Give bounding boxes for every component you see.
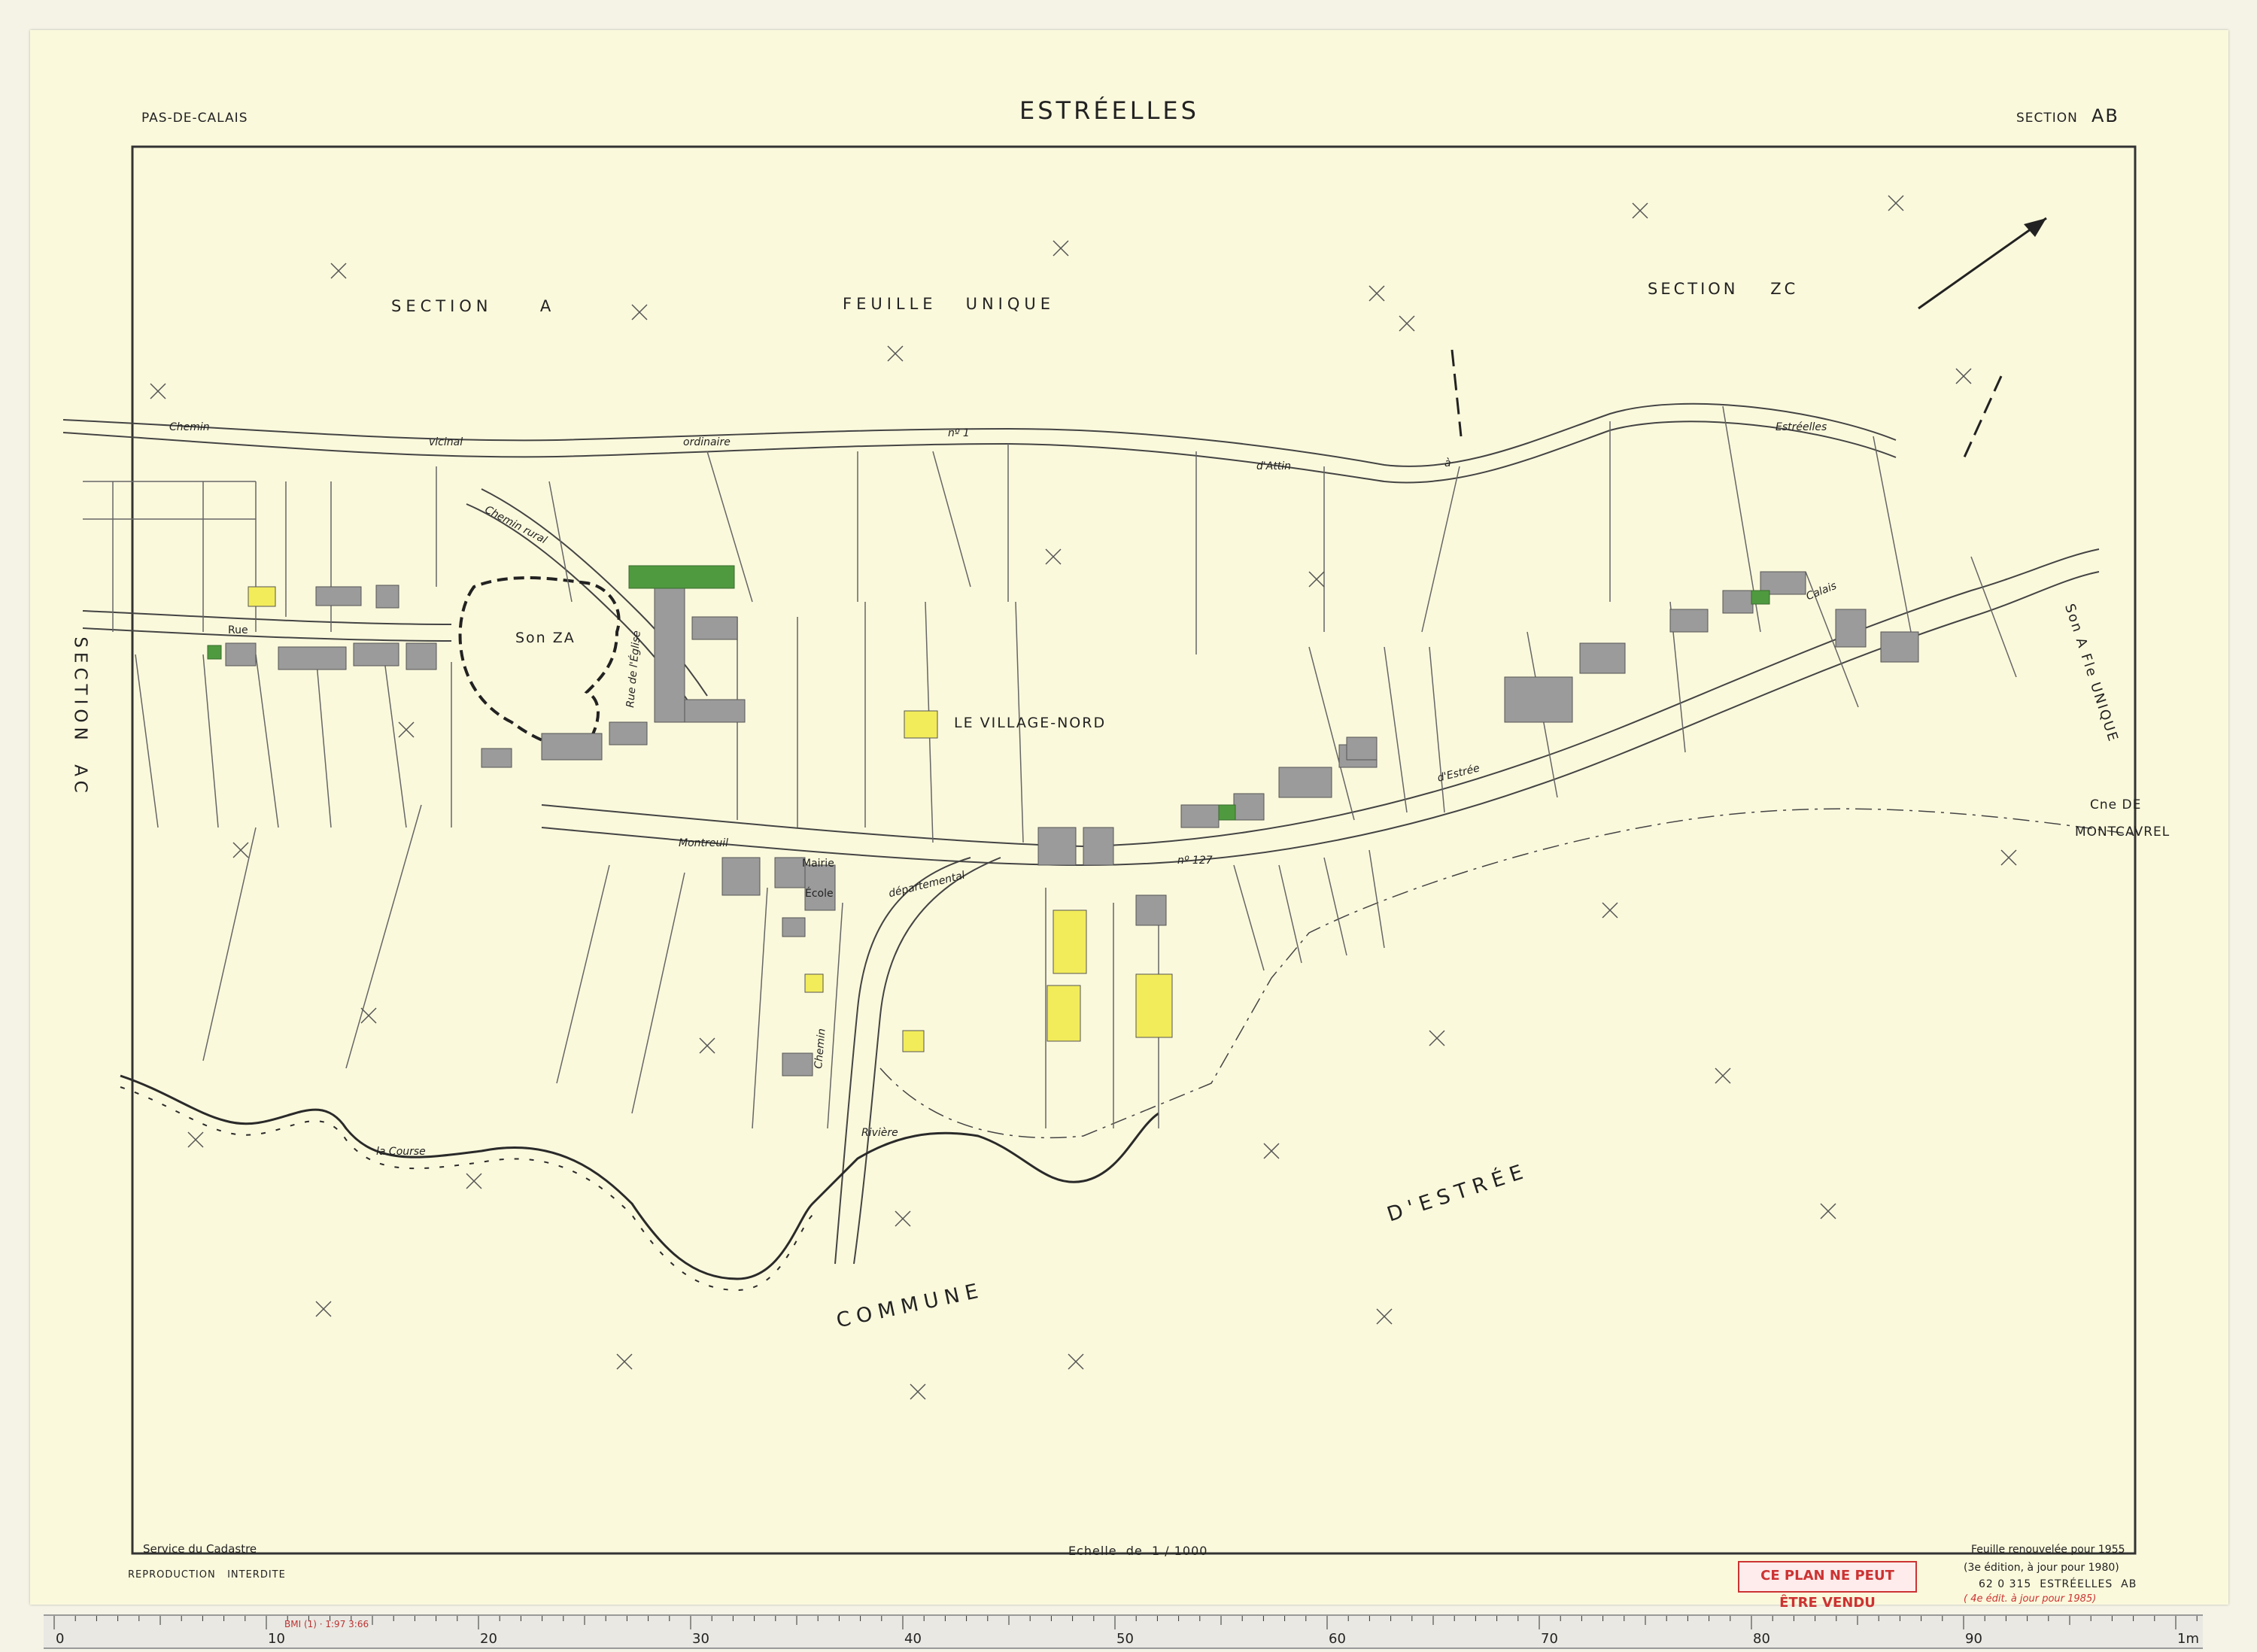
area-section-a: SECTION A	[391, 297, 556, 315]
road-label-a: à	[1444, 457, 1451, 469]
building-label-ecole: École	[805, 888, 834, 900]
building-label-mairie: Mairie	[802, 858, 834, 870]
footer-renewed: Feuille renouvelée pour 1955	[1971, 1544, 2125, 1556]
ruler-label: 70	[1541, 1631, 1558, 1647]
ruler-label: 30	[692, 1631, 709, 1647]
road-label-chemin: Chemin	[169, 421, 210, 433]
road-label-estreelles: Estréelles	[1776, 421, 1827, 433]
ruler-imprint: BMI (1) · 1:97 3:66	[284, 1619, 369, 1629]
road-label-ordinaire: ordinaire	[683, 436, 731, 448]
road-chemin-vicinal-north	[62, 402, 1897, 467]
area-village-nord: LE VILLAGE-NORD	[954, 715, 1107, 731]
road-label-montreuil: Montreuil	[679, 837, 729, 849]
section-za-boundary	[458, 576, 621, 749]
road-label-n127: nº 127	[1177, 855, 1213, 867]
road-label-attin: d'Attin	[1256, 460, 1292, 472]
measuring-ruler: 0 10 20 30 40 50 60 70 80 90 1m BMI (1) · 1:97 3:6…	[44, 1614, 2203, 1649]
area-son-za: Son ZA	[515, 630, 576, 646]
ruler-label: 10	[268, 1631, 285, 1647]
footer-scale: Echelle de 1 / 1000	[1068, 1544, 1208, 1558]
footer-reproduction: REPRODUCTION INTERDITE	[128, 1569, 286, 1581]
section-label: SECTION	[2016, 111, 2078, 126]
department-label: PAS-DE-CALAIS	[141, 111, 248, 126]
footer-handwritten: ( 4e édit. à jour pour 1985)	[1964, 1593, 2097, 1605]
map-title: ESTRÉELLES	[1019, 96, 1199, 125]
ruler-label: 0	[56, 1631, 64, 1647]
area-feuille-unique: FEUILLE UNIQUE	[843, 295, 1056, 313]
road-label-rue: Rue	[228, 624, 248, 636]
cadastral-map	[62, 145, 2137, 1555]
area-cne-de: Cne DE	[2090, 797, 2142, 812]
section-code: AB	[2091, 105, 2119, 126]
river-la-course	[120, 1074, 1159, 1280]
ruler-label: 20	[480, 1631, 497, 1647]
not-for-sale-stamp: CE PLAN NE PEUT ÊTRE VENDU	[1738, 1561, 1917, 1611]
road-label-vicinal: vicinal	[429, 436, 463, 448]
road-n127	[541, 548, 2100, 848]
road-chemin-south	[834, 857, 971, 1265]
road-label-course: la Course	[376, 1146, 426, 1158]
grid-crosses	[150, 195, 2017, 1400]
footer-service: Service du Cadastre	[143, 1542, 257, 1556]
road-rue	[82, 610, 452, 625]
road-label-riviere: Rivière	[861, 1127, 898, 1139]
footer-reference: 62 0 315 ESTRÉELLES AB	[1979, 1578, 2137, 1590]
ruler-label: 50	[1116, 1631, 1134, 1647]
scanned-background: PAS-DE-CALAIS ESTRÉELLES SECTION AB SECT…	[0, 0, 2257, 1652]
area-section-zc: SECTION ZC	[1648, 280, 1799, 298]
area-montcavrel: MONTCAVREL	[2075, 824, 2170, 840]
map-frame	[131, 145, 2137, 1555]
ruler-label: 90	[1965, 1631, 1982, 1647]
area-section-ac: SECTION AC	[70, 636, 90, 797]
ruler-label: 80	[1753, 1631, 1770, 1647]
road-label-n1: nº 1	[948, 427, 970, 439]
ruler-label: 1m	[2177, 1631, 2199, 1647]
footer-edition: (3e édition, à jour pour 1980)	[1964, 1562, 2119, 1574]
ruler-label: 40	[904, 1631, 922, 1647]
north-arrow	[1918, 217, 2047, 310]
cadastral-sheet: PAS-DE-CALAIS ESTRÉELLES SECTION AB SECT…	[30, 30, 2228, 1611]
ruler-label: 60	[1329, 1631, 1346, 1647]
